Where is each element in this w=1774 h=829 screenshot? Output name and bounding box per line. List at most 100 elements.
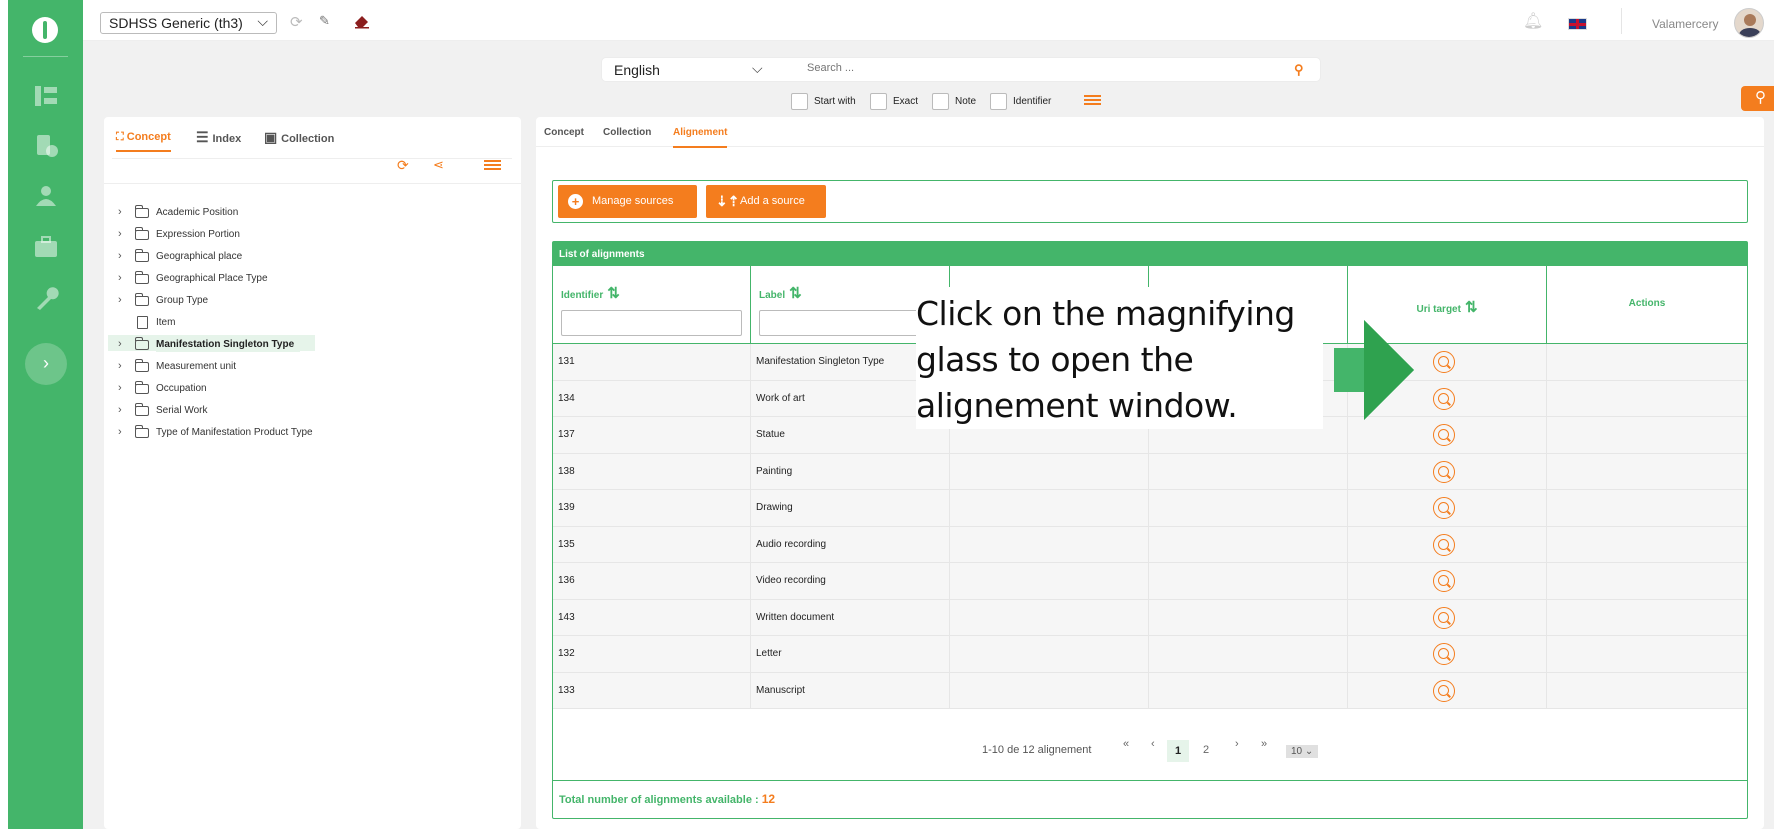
chevron-down-icon[interactable]: ⌵ — [752, 60, 763, 77]
language-select[interactable]: English — [614, 62, 660, 78]
magnifying-glass-icon[interactable] — [1433, 606, 1455, 629]
refresh-icon[interactable]: ⟳ — [397, 157, 409, 177]
column-actions: Actions — [1547, 266, 1747, 343]
tab-label: Index — [212, 133, 242, 145]
tree-item-label[interactable]: Serial Work — [156, 405, 208, 416]
tree-item-label[interactable]: Expression Portion — [156, 229, 240, 240]
checkbox[interactable] — [990, 93, 1007, 110]
identifier-filter-input[interactable] — [561, 310, 742, 336]
column-label[interactable]: Uri target — [1416, 304, 1460, 315]
prev-page-button[interactable]: ‹ — [1151, 738, 1155, 750]
first-page-button[interactable]: « — [1123, 738, 1129, 750]
row-label: Letter — [751, 636, 950, 672]
sources-box: + Manage sources ⇣⇡ Add a source — [552, 180, 1748, 223]
pencil-icon[interactable]: ✎ — [319, 13, 330, 29]
checkbox[interactable] — [932, 93, 949, 110]
tree-item-label[interactable]: Occupation — [156, 383, 207, 394]
filter-identifier[interactable]: Identifier — [990, 93, 1051, 110]
filter-menu-icon[interactable] — [1084, 95, 1101, 107]
sort-icon[interactable]: ⇅ — [789, 285, 802, 302]
magnifying-glass-icon[interactable] — [1433, 387, 1455, 410]
row-label: Painting — [751, 453, 950, 489]
table-row: 138 Painting — [553, 453, 1747, 490]
tab-collection[interactable]: ▣ Collection — [264, 129, 334, 146]
total-alignments: Total number of alignments available : 1… — [559, 792, 775, 806]
add-source-button[interactable]: ⇣⇡ Add a source — [706, 185, 826, 218]
tab-concept[interactable]: Concept — [544, 127, 584, 138]
expand-sidebar-button[interactable]: › — [25, 343, 67, 385]
chevron-right-icon[interactable]: › — [118, 404, 122, 416]
tree-item-label[interactable]: Academic Position — [156, 207, 238, 218]
tree-item-label[interactable]: Measurement unit — [156, 361, 236, 372]
uk-flag-icon[interactable] — [1568, 18, 1587, 30]
search-input[interactable] — [807, 62, 1207, 74]
chevron-right-icon[interactable]: › — [118, 206, 122, 218]
page-2-button[interactable]: 2 — [1203, 744, 1209, 756]
tab-index[interactable]: ☰ Index — [196, 129, 241, 146]
thesaurus-select[interactable]: SDHSS Generic (th3) ⌵ — [100, 12, 277, 34]
tree-item-label[interactable]: Item — [156, 317, 175, 328]
magnifying-glass-icon[interactable] — [1433, 460, 1455, 483]
total-label: Total number of alignments available : — [559, 794, 759, 806]
wrench-icon[interactable] — [33, 287, 59, 311]
tree-item-label[interactable]: Group Type — [156, 295, 208, 306]
magnifying-glass-icon[interactable] — [1433, 533, 1455, 556]
filter-label: Exact — [893, 96, 919, 107]
chevron-right-icon[interactable]: › — [118, 250, 122, 262]
magnifying-glass-icon[interactable] — [1433, 643, 1455, 665]
tree-item-label[interactable]: Manifestation Singleton Type — [156, 337, 301, 352]
concept-panel: ⛶ Concept ☰ Index ▣ Collection ⟳ ⋖ › Acad… — [104, 117, 521, 829]
eraser-icon[interactable] — [353, 13, 371, 29]
sort-icon[interactable]: ⇅ — [607, 285, 620, 302]
chevron-right-icon[interactable]: › — [118, 228, 122, 240]
chevron-right-icon[interactable]: › — [118, 338, 122, 350]
tab-concept[interactable]: ⛶ Concept — [116, 131, 171, 152]
table-row: 133 Manuscript — [553, 672, 1747, 709]
hierarchy-icon[interactable] — [33, 84, 59, 108]
user-icon[interactable] — [33, 184, 59, 208]
chevron-right-icon[interactable]: › — [118, 382, 122, 394]
search-icon[interactable]: ⚲ — [1741, 86, 1774, 111]
checkbox[interactable] — [791, 93, 808, 110]
chevron-right-icon[interactable]: › — [118, 360, 122, 372]
filter-note[interactable]: Note — [932, 93, 976, 110]
sort-icon[interactable]: ⇅ — [1465, 299, 1478, 316]
share-icon[interactable]: ⋖ — [433, 157, 444, 177]
magnifying-glass-icon[interactable] — [1433, 570, 1455, 592]
magnifying-glass-icon[interactable] — [1433, 679, 1455, 702]
checkbox[interactable] — [870, 93, 887, 110]
avatar[interactable] — [1734, 8, 1764, 38]
magnifying-glass-icon[interactable] — [1433, 497, 1455, 519]
folder-icon — [135, 381, 149, 394]
label-filter-input[interactable] — [759, 310, 940, 336]
bell-icon[interactable]: 🔔︎ — [1523, 11, 1543, 31]
column-label[interactable]: Identifier — [561, 290, 603, 301]
manage-sources-button[interactable]: + Manage sources — [558, 185, 697, 218]
next-page-button[interactable]: › — [1235, 738, 1239, 750]
app-logo[interactable] — [32, 17, 58, 43]
chevron-right-icon[interactable]: › — [118, 426, 122, 438]
chevron-right-icon[interactable]: › — [118, 272, 122, 284]
briefcase-icon[interactable] — [33, 235, 59, 259]
magnifying-glass-icon[interactable] — [1433, 351, 1455, 373]
tree-item-label[interactable]: Type of Manifestation Product Type — [156, 427, 313, 438]
document-check-icon[interactable] — [33, 134, 59, 158]
menu-icon[interactable] — [484, 160, 501, 180]
last-page-button[interactable]: » — [1261, 738, 1267, 750]
row-label: Drawing — [751, 490, 950, 526]
filter-exact[interactable]: Exact — [870, 93, 918, 110]
filter-start-with[interactable]: Start with — [791, 93, 856, 110]
tab-alignement[interactable]: Alignement — [673, 127, 728, 148]
tree-item-label[interactable]: Geographical Place Type — [156, 273, 268, 284]
page-1-button[interactable]: 1 — [1167, 740, 1189, 762]
tree-item-label[interactable]: Geographical place — [156, 251, 242, 262]
username[interactable]: Valamercery — [1652, 17, 1718, 31]
column-label[interactable]: Label — [759, 290, 785, 301]
chevron-right-icon[interactable]: › — [118, 294, 122, 306]
row-identifier: 131 — [553, 344, 751, 380]
search-icon[interactable]: ⚲ — [1294, 62, 1304, 78]
tab-collection[interactable]: Collection — [603, 127, 651, 138]
per-page-select[interactable]: 10 ⌄ — [1286, 745, 1319, 758]
refresh-icon[interactable]: ⟳ — [290, 13, 303, 31]
magnifying-glass-icon[interactable] — [1433, 424, 1455, 446]
